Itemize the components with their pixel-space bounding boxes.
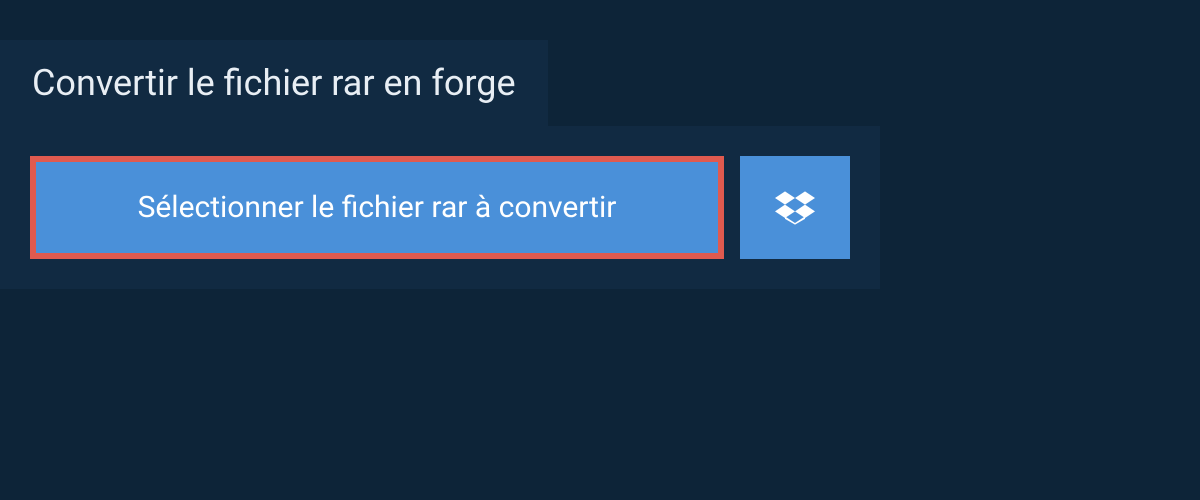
dropbox-button[interactable] — [740, 156, 850, 259]
page-title: Convertir le fichier rar en forge — [32, 62, 516, 104]
content-panel: Sélectionner le fichier rar à convertir — [0, 126, 880, 289]
select-file-label: Sélectionner le fichier rar à convertir — [138, 190, 617, 225]
select-file-button[interactable]: Sélectionner le fichier rar à convertir — [30, 156, 724, 259]
dropbox-icon — [775, 188, 815, 228]
header-tab: Convertir le fichier rar en forge — [0, 40, 548, 126]
